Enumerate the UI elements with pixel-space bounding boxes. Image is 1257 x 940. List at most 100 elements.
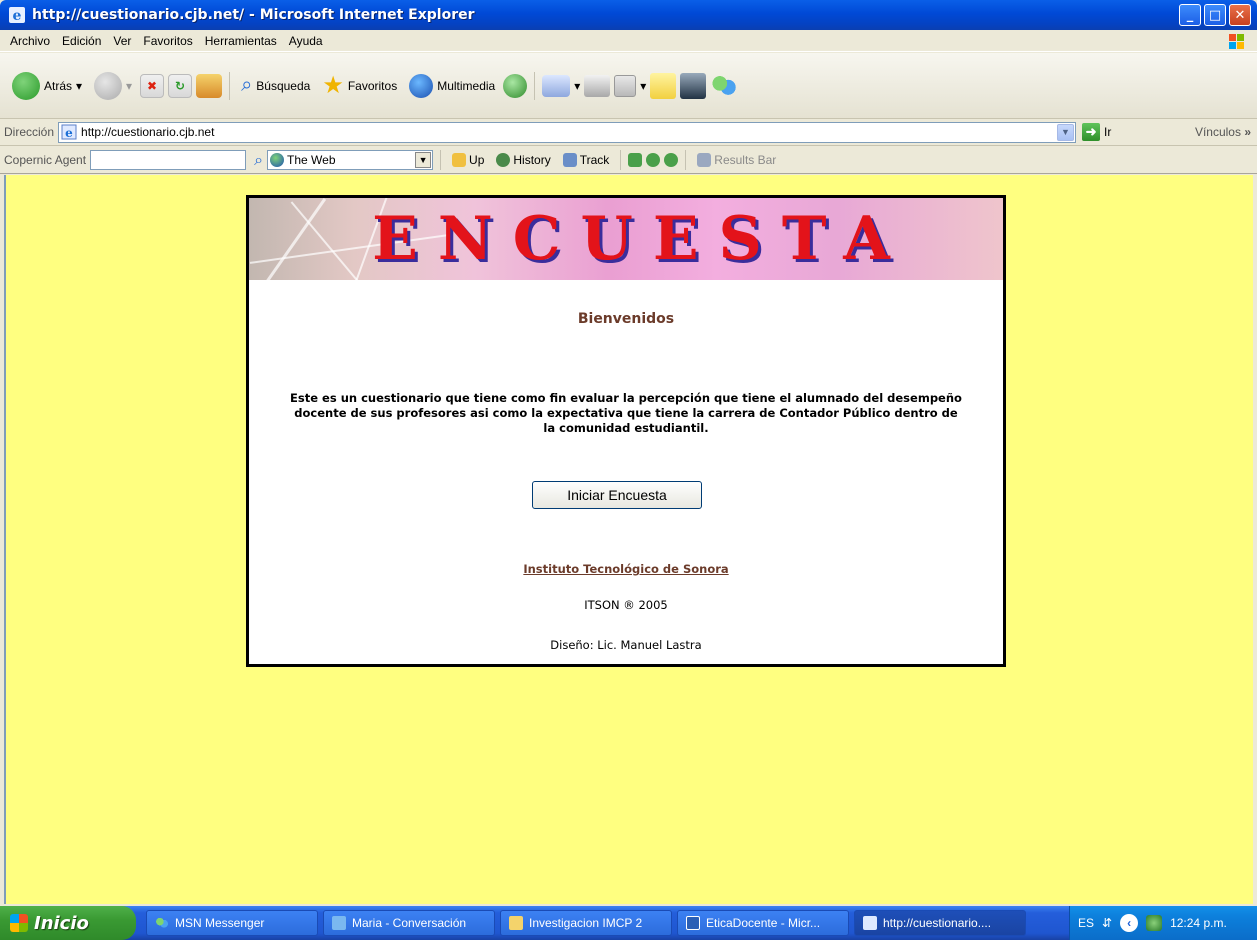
- search-icon[interactable]: ⌕: [254, 150, 263, 170]
- copernic-label: Copernic Agent: [4, 152, 87, 167]
- chevron-down-icon: ▼: [415, 151, 432, 168]
- history-button[interactable]: History: [492, 152, 554, 167]
- taskbar-item-folder[interactable]: Investigacion IMCP 2: [500, 910, 672, 936]
- expand-tray-icon[interactable]: ‹: [1120, 914, 1139, 932]
- svg-text:e: e: [65, 126, 73, 140]
- media-icon: [409, 73, 434, 98]
- chevron-down-icon[interactable]: ▼: [1057, 123, 1075, 141]
- survey-panel: ENCUESTA Bienvenidos Este es un cuestion…: [246, 195, 1006, 667]
- stop-icon[interactable]: ✖: [140, 73, 165, 98]
- search-icon: ⌕: [241, 74, 253, 96]
- institute-link[interactable]: Instituto Tecnológico de Sonora: [249, 562, 1003, 576]
- description-text: Este es un cuestionario que tiene como f…: [290, 391, 962, 435]
- favorites-button[interactable]: ★ Favoritos: [318, 71, 401, 100]
- menu-favoritos[interactable]: Favoritos: [137, 34, 198, 48]
- up-button[interactable]: Up: [448, 152, 488, 167]
- go-arrow-icon: ➜: [1082, 123, 1101, 141]
- language-indicator[interactable]: ES: [1078, 916, 1094, 930]
- forward-button[interactable]: ▾: [90, 71, 136, 100]
- folder-icon: [509, 916, 523, 930]
- task-label: http://cuestionario....: [883, 916, 992, 930]
- results-bar-button[interactable]: Results Bar: [693, 152, 780, 167]
- design-credit: Diseño: Lic. Manuel Lastra: [550, 638, 702, 652]
- highlight-icon[interactable]: [628, 152, 643, 167]
- messenger-icon[interactable]: [710, 72, 739, 99]
- task-label: MSN Messenger: [175, 916, 265, 930]
- menu-edicion[interactable]: Edición: [56, 34, 107, 48]
- welcome-heading: Bienvenidos: [577, 311, 675, 327]
- minimize-button[interactable]: _: [1179, 4, 1201, 26]
- copernic-toolbar: Copernic Agent ⌕ The Web ▼ Up History Tr…: [0, 146, 1257, 174]
- taskbar-item-msn[interactable]: MSN Messenger: [146, 910, 318, 936]
- title-bar: e http://cuestionario.cjb.net/ - Microso…: [0, 0, 1257, 30]
- internet-explorer-icon: [863, 916, 877, 930]
- task-label: Maria - Conversación: [352, 916, 467, 930]
- window-title: http://cuestionario.cjb.net/ - Microsoft…: [32, 7, 475, 23]
- system-tray: ES ⇵ ‹ 12:24 p.m.: [1069, 906, 1257, 940]
- messenger-icon: [155, 916, 169, 930]
- chevron-down-icon[interactable]: ▾: [574, 79, 580, 93]
- word-document-icon: [686, 916, 700, 930]
- maximize-button[interactable]: □: [1204, 4, 1226, 26]
- search-button[interactable]: ⌕ Búsqueda: [237, 74, 314, 97]
- mail-icon[interactable]: [542, 74, 571, 97]
- media-button[interactable]: Multimedia: [405, 73, 499, 98]
- address-input[interactable]: e http://cuestionario.cjb.net ▼: [58, 121, 1077, 143]
- go-label: Ir: [1104, 125, 1112, 139]
- print-icon[interactable]: [584, 74, 611, 97]
- back-button[interactable]: Atrás ▾: [8, 71, 86, 100]
- menu-herramientas[interactable]: Herramientas: [199, 34, 283, 48]
- address-label: Dirección: [4, 125, 55, 139]
- windows-logo-icon: [1229, 34, 1244, 49]
- notes-icon[interactable]: [650, 72, 677, 99]
- track-label: Track: [579, 152, 610, 167]
- conversation-icon: [332, 916, 346, 930]
- globe-icon: [270, 152, 285, 167]
- star-icon: ★: [322, 72, 344, 99]
- up-icon: [452, 152, 467, 167]
- track-button[interactable]: Track: [559, 152, 614, 167]
- task-label: EticaDocente - Micr...: [706, 916, 821, 930]
- address-url: http://cuestionario.cjb.net: [81, 125, 215, 139]
- search-label: Búsqueda: [256, 78, 311, 93]
- internet-explorer-icon: e: [9, 7, 25, 24]
- taskbar-item-browser[interactable]: http://cuestionario....: [854, 910, 1026, 936]
- home-icon[interactable]: [196, 73, 223, 98]
- media-label: Multimedia: [437, 78, 496, 93]
- chevron-down-icon[interactable]: ▾: [640, 79, 646, 93]
- back-arrow-icon: [12, 71, 40, 100]
- address-bar: Dirección e http://cuestionario.cjb.net …: [0, 119, 1257, 146]
- research-icon[interactable]: [680, 72, 707, 99]
- page-viewport: ENCUESTA Bienvenidos Este es un cuestion…: [4, 175, 1253, 904]
- forward-arrow-icon: [94, 71, 123, 100]
- menu-archivo[interactable]: Archivo: [4, 34, 56, 48]
- previous-icon[interactable]: [646, 152, 661, 167]
- copernic-search-input[interactable]: [90, 149, 247, 170]
- task-label: Investigacion IMCP 2: [529, 916, 643, 930]
- refresh-icon[interactable]: ↻: [168, 73, 193, 98]
- history-icon[interactable]: [503, 73, 528, 98]
- banner-title: ENCUESTA: [372, 204, 910, 274]
- history-label: History: [513, 152, 551, 167]
- edit-icon[interactable]: [614, 74, 637, 97]
- menu-ayuda[interactable]: Ayuda: [283, 34, 329, 48]
- chevron-down-icon: ▾: [126, 78, 133, 93]
- copernic-scope-select[interactable]: The Web ▼: [267, 149, 434, 170]
- copyright-text: ITSON ® 2005: [584, 598, 668, 612]
- page-icon: e: [61, 124, 77, 140]
- start-label: Inicio: [34, 912, 89, 934]
- links-button[interactable]: Vínculos »: [1195, 125, 1251, 139]
- go-button[interactable]: ➜ Ir: [1082, 123, 1111, 141]
- results-label: Results Bar: [714, 152, 777, 167]
- taskbar-item-word[interactable]: EticaDocente - Micr...: [677, 910, 849, 936]
- language-bar-icon[interactable]: ⇵: [1102, 916, 1112, 930]
- taskbar-item-conversation[interactable]: Maria - Conversación: [323, 910, 495, 936]
- next-icon[interactable]: [664, 152, 679, 167]
- start-survey-button[interactable]: Iniciar Encuesta: [532, 481, 702, 509]
- start-button[interactable]: Inicio: [0, 906, 136, 940]
- standard-toolbar: Atrás ▾ ▾ ✖ ↻ ⌕ Búsqueda ★ Favoritos Mul…: [0, 53, 1257, 119]
- network-icon[interactable]: [1146, 915, 1163, 931]
- menu-ver[interactable]: Ver: [107, 34, 137, 48]
- taskbar: Inicio MSN Messenger Maria - Conversació…: [0, 906, 1257, 940]
- close-button[interactable]: ✕: [1229, 4, 1251, 26]
